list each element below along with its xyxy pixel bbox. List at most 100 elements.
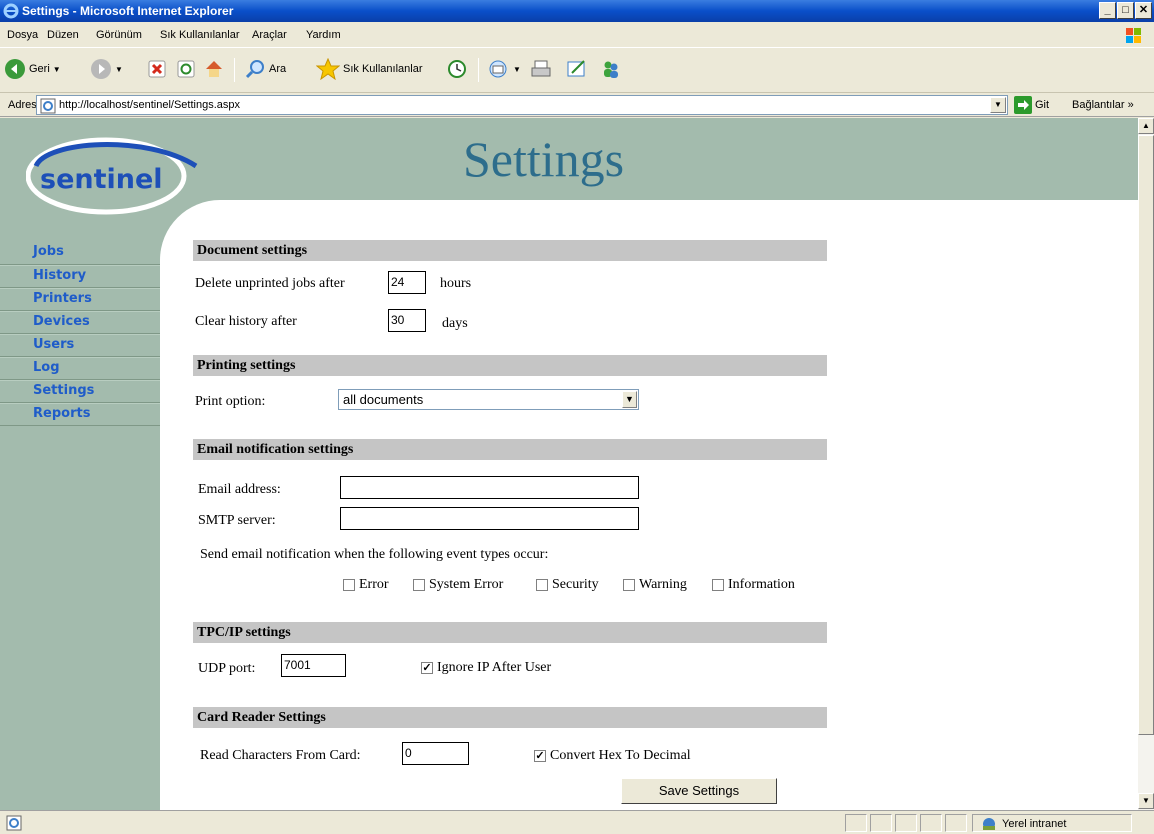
hours-unit-label: hours bbox=[440, 276, 472, 291]
sidebar-item-jobs[interactable]: Jobs bbox=[0, 242, 160, 265]
convert-hex-checkbox[interactable]: ✓ Convert Hex To Decimal bbox=[534, 748, 691, 764]
convert-hex-label: Convert Hex To Decimal bbox=[550, 748, 691, 763]
stop-icon bbox=[148, 60, 166, 78]
event-information-checkbox[interactable]: Information bbox=[712, 577, 795, 593]
messenger-button[interactable] bbox=[600, 56, 622, 82]
days-unit-label: days bbox=[442, 316, 468, 331]
star-icon bbox=[316, 58, 340, 80]
checkbox-box[interactable] bbox=[413, 579, 425, 591]
event-security-checkbox[interactable]: Security bbox=[536, 577, 599, 593]
menu-bar: Dosya Düzen Görünüm Sık Kullanılanlar Ar… bbox=[0, 22, 1154, 48]
smtp-server-label: SMTP server: bbox=[198, 513, 276, 528]
sidebar-item-history[interactable]: History bbox=[0, 265, 160, 288]
edit-button[interactable] bbox=[566, 56, 588, 82]
vertical-scrollbar[interactable]: ▲ ▼ bbox=[1138, 118, 1154, 810]
section-header-printing: Printing settings bbox=[193, 355, 827, 376]
status-bar: Yerel intranet bbox=[0, 810, 1154, 834]
save-settings-button[interactable]: Save Settings bbox=[621, 778, 777, 804]
maximize-button[interactable]: □ bbox=[1117, 2, 1134, 19]
print-option-select[interactable]: all documents ▼ bbox=[338, 389, 639, 410]
event-system-error-label: System Error bbox=[429, 577, 504, 592]
edit-icon bbox=[567, 60, 585, 77]
delete-jobs-hours-input[interactable]: 24 bbox=[388, 271, 426, 294]
event-error-checkbox[interactable]: Error bbox=[343, 577, 389, 593]
event-warning-checkbox[interactable]: Warning bbox=[623, 577, 687, 593]
chevron-down-icon: ▼ bbox=[513, 64, 521, 74]
section-header-document: Document settings bbox=[193, 240, 827, 261]
checkbox-box[interactable] bbox=[623, 579, 635, 591]
scrollbar-thumb[interactable] bbox=[1138, 135, 1154, 735]
menu-view[interactable]: Görünüm bbox=[96, 29, 142, 41]
back-button[interactable]: Geri ▼ bbox=[4, 56, 61, 82]
sidebar-item-settings[interactable]: Settings bbox=[0, 380, 160, 403]
clear-history-days-input[interactable]: 30 bbox=[388, 309, 426, 332]
chevron-down-icon: ▼ bbox=[52, 64, 61, 74]
read-characters-input[interactable]: 0 bbox=[402, 742, 469, 765]
ignore-ip-checkbox[interactable]: ✓ Ignore IP After User bbox=[421, 660, 551, 676]
home-icon bbox=[206, 61, 222, 77]
forward-button[interactable]: ▼ bbox=[90, 56, 123, 82]
print-option-value: all documents bbox=[343, 392, 424, 407]
menu-edit[interactable]: Düzen bbox=[47, 29, 79, 41]
email-address-label: Email address: bbox=[198, 482, 281, 497]
history-button[interactable] bbox=[446, 56, 468, 82]
window-title-bar: Settings - Microsoft Internet Explorer _… bbox=[0, 0, 1154, 22]
sidebar-item-users[interactable]: Users bbox=[0, 334, 160, 357]
stop-button[interactable] bbox=[148, 56, 166, 82]
sidebar-item-log[interactable]: Log bbox=[0, 357, 160, 380]
refresh-button[interactable] bbox=[177, 56, 195, 82]
checkbox-box[interactable]: ✓ bbox=[421, 662, 433, 674]
sentinel-logo: sentinel bbox=[26, 137, 198, 215]
sidebar-item-printers[interactable]: Printers bbox=[0, 288, 160, 311]
security-zone: Yerel intranet bbox=[980, 816, 1066, 832]
go-button[interactable]: Git bbox=[1014, 96, 1049, 114]
udp-port-input[interactable]: 7001 bbox=[281, 654, 346, 677]
address-dropdown-icon[interactable]: ▼ bbox=[990, 97, 1006, 113]
home-button[interactable] bbox=[203, 56, 225, 82]
section-header-tcpip: TPC/IP settings bbox=[193, 622, 827, 643]
scroll-up-icon[interactable]: ▲ bbox=[1138, 118, 1154, 134]
checkbox-box[interactable]: ✓ bbox=[534, 750, 546, 762]
sidebar-item-reports[interactable]: Reports bbox=[0, 403, 160, 426]
links-toolbar[interactable]: Bağlantılar » bbox=[1072, 99, 1134, 111]
checkbox-box[interactable] bbox=[536, 579, 548, 591]
intranet-icon bbox=[983, 818, 995, 830]
menu-favorites[interactable]: Sık Kullanılanlar bbox=[160, 29, 240, 41]
history-icon bbox=[448, 60, 466, 78]
chevron-down-icon[interactable]: ▼ bbox=[622, 391, 637, 408]
event-system-error-checkbox[interactable]: System Error bbox=[413, 577, 503, 593]
go-label: Git bbox=[1035, 99, 1050, 111]
back-label: Geri bbox=[29, 63, 50, 75]
page-status-icon bbox=[6, 815, 22, 831]
address-input[interactable]: http://localhost/sentinel/Settings.aspx … bbox=[36, 95, 1008, 115]
email-notify-label: Send email notification when the followi… bbox=[200, 547, 549, 562]
page-icon bbox=[40, 98, 56, 114]
chevron-down-icon: ▼ bbox=[115, 64, 123, 74]
close-button[interactable]: ✕ bbox=[1135, 2, 1152, 19]
checkbox-box[interactable] bbox=[343, 579, 355, 591]
refresh-icon bbox=[177, 60, 195, 78]
favorites-button[interactable]: Sık Kullanılanlar bbox=[316, 56, 423, 82]
event-warning-label: Warning bbox=[639, 577, 687, 592]
scroll-down-icon[interactable]: ▼ bbox=[1138, 793, 1154, 809]
print-option-label: Print option: bbox=[195, 394, 266, 409]
email-address-input[interactable] bbox=[340, 476, 639, 499]
section-header-email: Email notification settings bbox=[193, 439, 827, 460]
event-information-label: Information bbox=[728, 577, 795, 592]
back-arrow-icon bbox=[5, 59, 25, 79]
mail-button[interactable]: ▼ bbox=[488, 56, 521, 82]
print-button[interactable] bbox=[530, 56, 552, 82]
menu-file[interactable]: Dosya bbox=[7, 29, 38, 41]
menu-tools[interactable]: Araçlar bbox=[252, 29, 287, 41]
search-button[interactable]: Ara bbox=[244, 56, 286, 82]
page-viewport: sentinel Settings Jobs History Printers … bbox=[0, 118, 1138, 810]
sidebar-item-devices[interactable]: Devices bbox=[0, 311, 160, 334]
event-security-label: Security bbox=[552, 577, 599, 592]
menu-help[interactable]: Yardım bbox=[306, 29, 341, 41]
ignore-ip-label: Ignore IP After User bbox=[437, 660, 552, 675]
page-title: Settings bbox=[463, 131, 625, 187]
checkbox-box[interactable] bbox=[712, 579, 724, 591]
minimize-button[interactable]: _ bbox=[1099, 2, 1116, 19]
clear-history-label: Clear history after bbox=[195, 314, 297, 329]
smtp-server-input[interactable] bbox=[340, 507, 639, 530]
